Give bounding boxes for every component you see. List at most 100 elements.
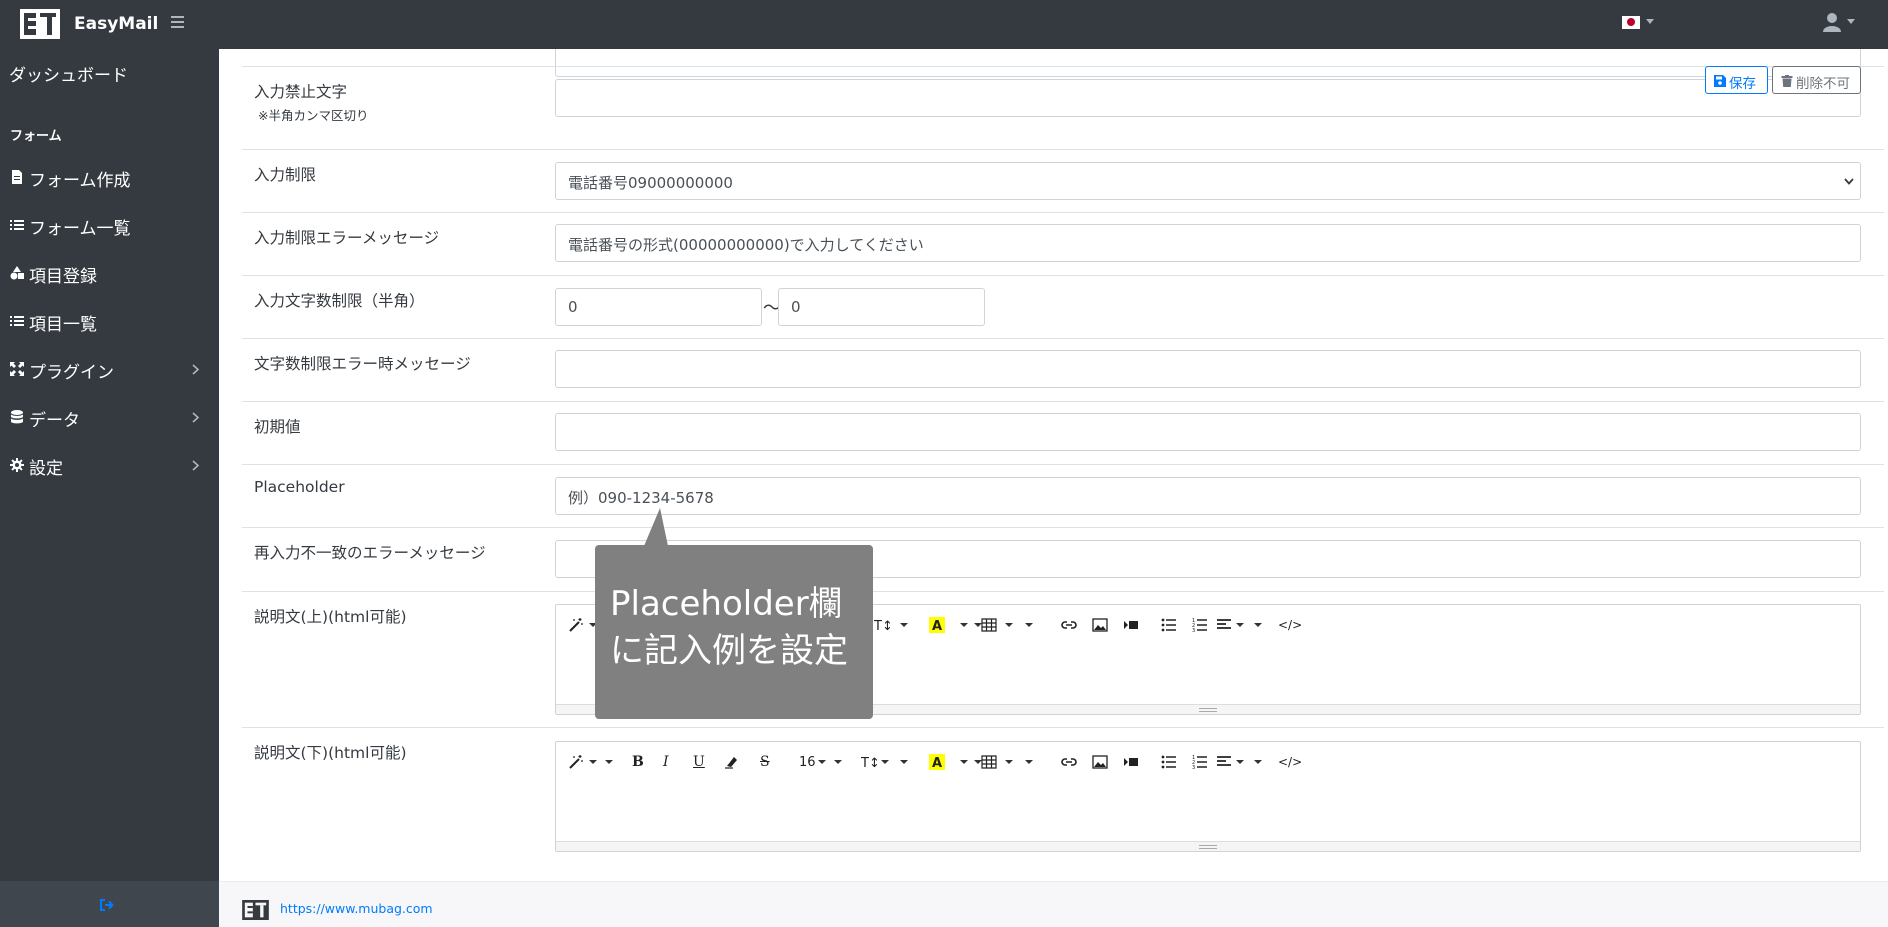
align-icon[interactable] [1216,617,1232,633]
field-label: 入力文字数制限（半角） [254,292,425,310]
chevron-right-icon [192,460,200,471]
chevron-down-icon[interactable] [960,623,968,627]
forbidden-chars-input[interactable] [555,79,1861,117]
underline-button[interactable]: U [693,754,705,770]
restriction-error-input[interactable]: 電話番号の形式(00000000000)で入力してください [555,224,1861,262]
sidebar-item-field-list[interactable]: 項目一覧 [0,302,219,342]
ordered-list-icon[interactable]: 123 [1192,754,1208,770]
callout-pointer [644,508,668,546]
unordered-list-icon[interactable] [1161,754,1177,770]
hamburger-icon[interactable] [171,13,187,31]
chevron-down-icon[interactable] [1236,623,1244,627]
chevron-down-icon[interactable] [834,760,842,764]
restriction-select-value: 電話番号09000000000 [568,174,733,192]
font-size-dropdown[interactable]: 16 [799,755,816,770]
save-button-label: 保存 [1729,76,1756,92]
logo-icon [242,900,269,920]
logo-icon[interactable] [20,9,60,39]
sidebar-item-settings[interactable]: 設定 [0,446,219,486]
chevron-down-icon[interactable] [900,760,908,764]
align-icon[interactable] [1216,754,1232,770]
chevron-down-icon[interactable] [881,760,889,764]
sidebar-item-form-create[interactable]: フォーム作成 [0,158,219,198]
eraser-icon[interactable] [723,754,739,770]
expand-icon [10,362,24,376]
unordered-list-icon[interactable] [1161,617,1177,633]
chevron-down-icon[interactable] [1254,760,1262,764]
ordered-list-icon[interactable]: 123 [1192,617,1208,633]
placeholder-input[interactable]: 例）090-1234-5678 [555,477,1861,515]
form-row-length-error: 文字数制限エラー時メッセージ [242,338,1884,401]
chevron-down-icon[interactable] [960,760,968,764]
magic-icon[interactable] [568,754,584,770]
sidebar-item-field-register[interactable]: 項目登録 [0,254,219,294]
list-icon [10,316,24,326]
svg-text:A: A [932,619,942,633]
video-icon[interactable] [1123,617,1139,633]
chevron-down-icon[interactable] [605,760,613,764]
sidebar-item-dashboard[interactable]: ダッシュボード [9,61,128,86]
magic-icon[interactable] [568,617,584,633]
highlight-icon[interactable]: A [929,617,945,633]
field-label: Placeholder [254,478,345,496]
field-label: 入力禁止文字 [254,83,348,101]
code-view-button[interactable]: </> [1278,618,1302,632]
text-height-icon[interactable]: T↕ [861,754,877,770]
save-button[interactable]: 保存 [1705,66,1768,94]
chevron-right-icon [192,364,200,375]
length-max-input[interactable]: 0 [778,288,985,326]
sidebar-item-label: 設定 [29,459,63,479]
sidebar-item-data[interactable]: データ [0,398,219,438]
text-height-icon[interactable]: T↕ [874,617,890,633]
chevron-down-icon[interactable] [1025,760,1033,764]
table-icon[interactable] [981,754,997,770]
resize-grip[interactable] [1199,845,1217,849]
link-icon[interactable] [1061,754,1077,770]
highlight-icon[interactable]: A [929,754,945,770]
initial-value-input[interactable] [555,413,1861,451]
code-view-button[interactable]: </> [1278,755,1302,769]
field-label: 入力制限 [254,166,317,184]
footer-link[interactable]: https://www.mubag.com [280,901,433,916]
callout-line: に記入例を設定 [610,631,848,671]
field-label: 入力制限エラーメッセージ [254,229,440,247]
chevron-down-icon[interactable] [1236,760,1244,764]
form-row-restriction: 入力制限 電話番号09000000000 [242,149,1884,212]
field-label: 再入力不一致のエラーメッセージ [254,544,486,562]
video-icon[interactable] [1123,754,1139,770]
chevron-down-icon[interactable] [818,760,826,764]
strikethrough-button[interactable]: S [760,754,770,770]
italic-button[interactable]: I [663,754,669,770]
logout-icon[interactable] [99,898,115,912]
length-error-input[interactable] [555,350,1861,388]
rich-text-editor-bottom[interactable]: B I U S 16 T↕ A 123 </> [555,741,1861,852]
sidebar-item-label: フォーム作成 [29,171,131,191]
resize-grip[interactable] [1199,708,1217,712]
japan-flag-icon [1622,16,1640,29]
sidebar-item-plugin[interactable]: プラグイン [0,350,219,390]
delete-disabled-button[interactable]: 削除不可 [1772,66,1861,94]
image-icon[interactable] [1092,754,1108,770]
delete-button-label: 削除不可 [1796,76,1850,92]
editor-resize-bar[interactable] [556,841,1860,851]
link-icon[interactable] [1061,617,1077,633]
chevron-down-icon[interactable] [1005,760,1013,764]
sidebar-item-form-list[interactable]: フォーム一覧 [0,206,219,246]
chevron-down-icon[interactable] [589,760,597,764]
bold-button[interactable]: B [632,754,644,770]
brand-name[interactable]: EasyMail [74,14,158,34]
length-min-input[interactable]: 0 [555,288,762,326]
image-icon[interactable] [1092,617,1108,633]
database-icon [11,410,23,424]
sidebar-item-label: データ [29,411,80,431]
sidebar-item-label: フォーム一覧 [29,219,131,239]
chevron-down-icon[interactable] [1005,623,1013,627]
chevron-down-icon[interactable] [1254,623,1262,627]
svg-text:3: 3 [1192,628,1195,633]
chevron-down-icon [1847,19,1855,24]
form-row-length-limit: 入力文字数制限（半角） 0 〜 0 [242,275,1884,338]
chevron-down-icon[interactable] [1025,623,1033,627]
table-icon[interactable] [981,617,997,633]
chevron-down-icon[interactable] [900,623,908,627]
restriction-select[interactable]: 電話番号09000000000 [555,162,1861,200]
